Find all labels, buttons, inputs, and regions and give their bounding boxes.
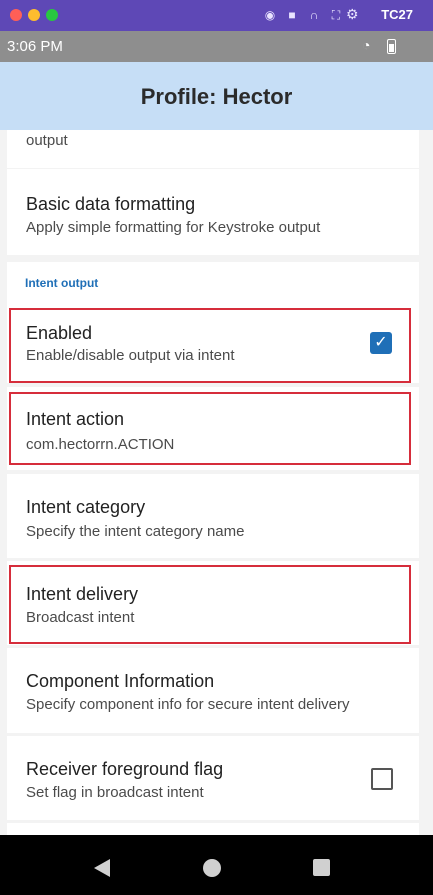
list-item-component-information[interactable]: Component Information Specify component … — [7, 648, 419, 733]
device-name: TC27 — [381, 7, 413, 22]
recents-icon[interactable] — [313, 859, 330, 876]
receiver-flag-title: Receiver foreground flag — [26, 759, 224, 779]
camera-icon[interactable]: ◉ — [263, 8, 277, 22]
partial-label: output — [26, 132, 68, 149]
highlight-enabled — [9, 308, 411, 383]
highlight-intent-delivery — [9, 565, 411, 644]
section-header-intent-output: Intent output — [25, 276, 99, 290]
home-icon[interactable] — [203, 859, 221, 877]
emulator-toolbar-icons: ◉ ■ ∩ ⛶ — [263, 8, 343, 22]
navigation-bar — [0, 835, 433, 895]
list-item-output-partial[interactable]: output — [7, 130, 419, 168]
emulator-top-bar: ◉ ■ ∩ ⛶ ⚙ TC27 — [0, 0, 433, 31]
basic-formatting-title: Basic data formatting — [26, 194, 196, 214]
settings-icon[interactable]: ⚙ — [346, 6, 359, 23]
component-info-subtitle: Specify component info for secure intent… — [26, 696, 350, 713]
receiver-flag-subtitle: Set flag in broadcast intent — [26, 784, 204, 801]
list-item-next-partial[interactable] — [7, 823, 419, 835]
settings-list[interactable]: output Basic data formatting Apply simpl… — [0, 130, 433, 835]
fullscreen-icon[interactable]: ⛶ — [329, 8, 343, 22]
list-item-basic-formatting[interactable]: Basic data formatting Apply simple forma… — [7, 169, 419, 255]
close-window-icon[interactable] — [10, 9, 22, 21]
android-status-bar: 3:06 PM ◔ — [0, 31, 433, 62]
back-icon[interactable] — [94, 859, 110, 877]
basic-formatting-subtitle: Apply simple formatting for Keystroke ou… — [26, 219, 321, 236]
wifi-icon: ◔ — [362, 37, 371, 53]
section-header-card: Intent output — [7, 262, 419, 306]
enabled-checkbox[interactable]: ✓ — [370, 332, 392, 354]
status-time: 3:06 PM — [7, 38, 63, 55]
headset-icon[interactable]: ∩ — [307, 8, 321, 22]
minimize-window-icon[interactable] — [28, 9, 40, 21]
page-title: Profile: Hector — [140, 84, 293, 109]
window-controls — [10, 9, 58, 21]
video-icon[interactable]: ■ — [285, 8, 299, 22]
list-item-intent-category[interactable]: Intent category Specify the intent categ… — [7, 474, 419, 558]
list-item-receiver-foreground-flag[interactable]: Receiver foreground flag Set flag in bro… — [7, 736, 419, 820]
component-info-title: Component Information — [26, 671, 215, 691]
battery-icon — [387, 39, 396, 54]
intent-category-subtitle: Specify the intent category name — [26, 523, 245, 540]
app-bar: Profile: Hector — [0, 62, 433, 130]
highlight-intent-action — [9, 392, 411, 465]
receiver-flag-checkbox[interactable] — [371, 768, 393, 790]
zoom-window-icon[interactable] — [46, 9, 58, 21]
intent-category-title: Intent category — [26, 497, 146, 517]
